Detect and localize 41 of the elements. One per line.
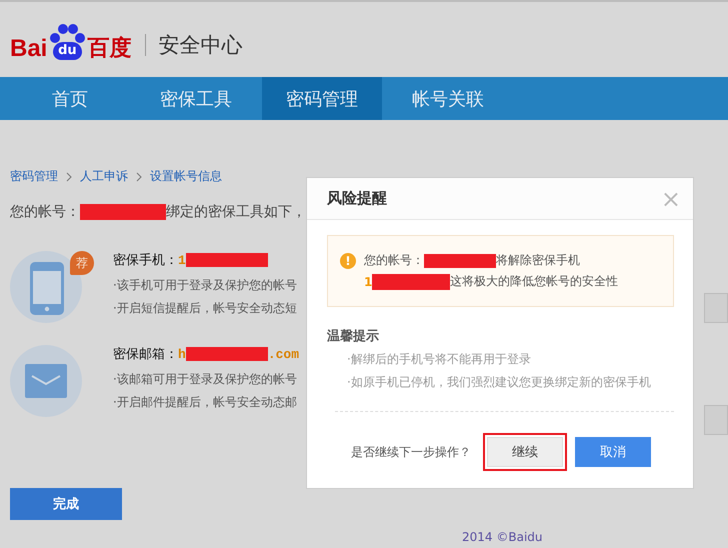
recommend-badge: 荐: [70, 251, 94, 275]
tips-title: 温馨提示: [327, 328, 380, 345]
dialog-title: 风险提醒: [327, 189, 387, 208]
chevron-icon: [136, 172, 142, 182]
phone-number: 1: [364, 274, 372, 288]
tip-text: ·解绑后的手机号将不能再用于登录: [347, 351, 532, 368]
tool-note: ·该邮箱可用于登录及保护您的帐号: [113, 371, 298, 388]
envelope-icon: [10, 345, 82, 417]
warning-text: 这将极大的降低您帐号的安全性: [450, 273, 618, 290]
tool-value: .com: [268, 346, 300, 362]
nav-tab[interactable]: 密保工具: [136, 77, 256, 120]
breadcrumb-link[interactable]: 人工申诉: [80, 168, 128, 185]
warning-text: 您的帐号：: [364, 252, 424, 269]
breadcrumb-link[interactable]: 密码管理: [10, 168, 58, 185]
continue-button[interactable]: 继续: [487, 437, 563, 467]
warning-icon: !: [340, 253, 356, 269]
side-button[interactable]: [704, 405, 728, 435]
warning-text: 将解除密保手机: [496, 252, 580, 269]
tool-value: 1: [178, 252, 186, 268]
redaction-mark: [424, 254, 496, 268]
chevron-icon: [66, 172, 72, 182]
tool-label: 密保邮箱：: [113, 346, 178, 363]
nav-tab[interactable]: 帐号关联: [388, 77, 508, 120]
tool-note: ·该手机可用于登录及保护您的帐号: [113, 277, 297, 294]
baidu-logo[interactable]: Bai du 百度: [10, 18, 132, 62]
tool-label: 密保手机：: [113, 252, 178, 269]
tip-text: ·如原手机已停机，我们强烈建议您更换绑定新的密保手机: [347, 374, 652, 391]
account-label: 您的帐号：: [10, 203, 80, 221]
confirm-question: 是否继续下一步操作？: [351, 444, 471, 460]
tool-note: ·开启邮件提醒后，帐号安全动态邮: [113, 394, 298, 411]
copyright-text: 2014 ©Baidu: [462, 530, 542, 544]
cancel-button[interactable]: 取消: [575, 437, 651, 467]
nav-tab[interactable]: 密码管理: [262, 77, 382, 120]
done-button[interactable]: 完成: [10, 488, 122, 520]
tool-note: ·开启短信提醒后，帐号安全动态短: [113, 300, 297, 317]
breadcrumb-link[interactable]: 设置帐号信息: [150, 168, 222, 185]
site-title: 安全中心: [158, 32, 242, 58]
tool-value: h: [178, 346, 186, 362]
nav-tab[interactable]: 首页: [10, 77, 130, 120]
side-button[interactable]: [704, 293, 728, 323]
account-text: 绑定的密保工具如下，: [166, 203, 306, 221]
